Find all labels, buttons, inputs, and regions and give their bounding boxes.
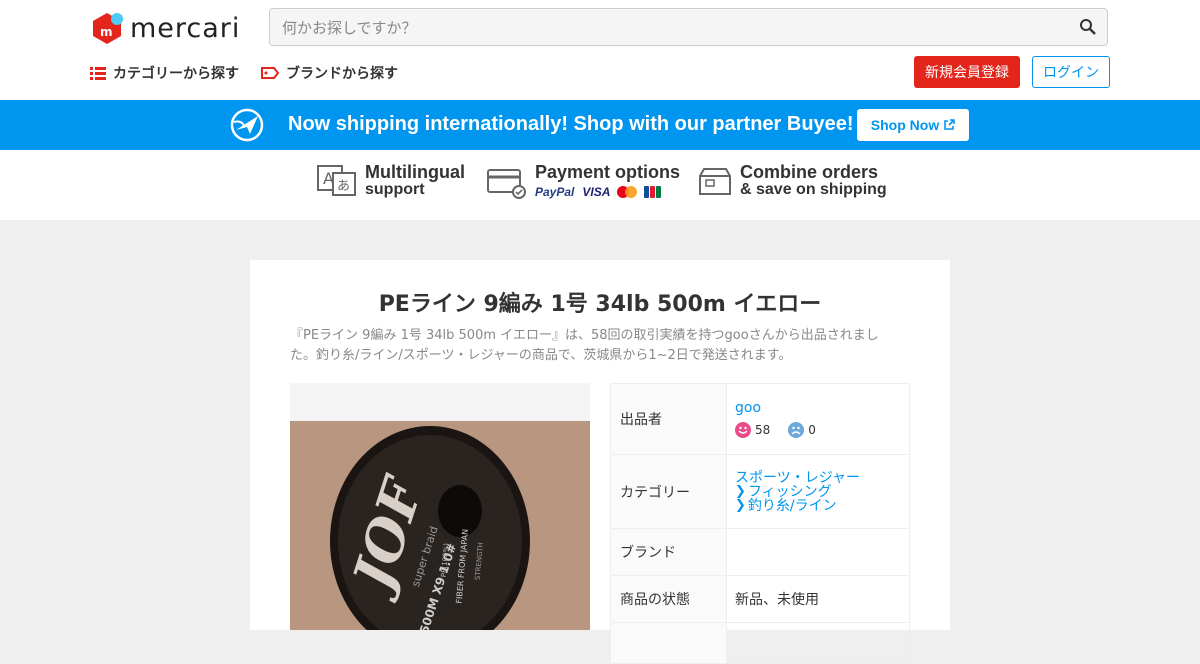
detail-row-condition: 商品の状態 新品、未使用 — [610, 576, 910, 623]
bad-count: 0 — [808, 423, 816, 437]
nav-category[interactable]: カテゴリーから探す — [90, 63, 239, 83]
login-button[interactable]: ログイン — [1032, 56, 1110, 88]
item-photo[interactable]: JOF super braid 500M X9 1.0# PE(100%) FI… — [290, 383, 590, 630]
seller-label: 出品者 — [611, 384, 727, 454]
feature-payment-line1: Payment options — [535, 162, 681, 182]
item-photo-image: JOF super braid 500M X9 1.0# PE(100%) FI… — [290, 421, 590, 630]
credit-card-icon — [487, 169, 526, 199]
payment-logos: PayPal VISA — [535, 183, 680, 201]
feature-payment-text: Payment options PayPal VISA — [535, 163, 680, 201]
mercari-logo-icon: m — [93, 13, 123, 44]
shop-now-label: Shop Now — [870, 117, 940, 133]
svg-text:あ: あ — [337, 179, 350, 194]
search-input[interactable] — [280, 16, 1064, 40]
category-link-2[interactable]: ❯ フィッシング — [735, 483, 909, 500]
feature-multilingual-text: Multilingual support — [365, 163, 465, 199]
brand-value — [727, 529, 909, 575]
next-row-label — [611, 623, 727, 663]
brand-label: ブランド — [611, 529, 727, 575]
item-details-table: 出品者 goo 58 0 カテゴリー スポーツ・レジャー ❯ フィッシング ❯ 釣り… — [610, 383, 910, 664]
nav-brand-label: ブランドから探す — [286, 66, 398, 82]
search-bar — [269, 8, 1108, 46]
visa-logo: VISA — [582, 185, 611, 199]
logo-text: mercari — [130, 12, 241, 44]
nav-category-label: カテゴリーから探す — [113, 66, 239, 82]
feature-combine: Combine orders & save on shipping — [698, 163, 887, 199]
tag-icon — [261, 67, 279, 79]
spool-illustration: JOF super braid 500M X9 1.0# PE(100%) FI… — [330, 426, 530, 630]
jcb-logo — [644, 186, 662, 198]
paypal-logo: PayPal — [535, 185, 575, 199]
category-link-2-label: フィッシング — [747, 483, 832, 500]
seller-value: goo 58 0 — [727, 384, 909, 454]
site-header: m mercari カテゴリーから探す ブランドから探す 新規会員登録 ログイン — [0, 0, 1200, 100]
feature-multilingual: A あ Multilingual support — [317, 163, 465, 199]
mercari-logo[interactable]: m mercari — [90, 11, 240, 45]
seller-ratings: 58 0 — [735, 422, 909, 438]
banner-text: Now shipping internationally! Shop with … — [288, 113, 854, 135]
category-link-3-label: 釣り糸/ライン — [747, 497, 837, 514]
detail-row-brand: ブランド — [610, 529, 910, 576]
good-count: 58 — [755, 423, 771, 437]
nav-brand[interactable]: ブランドから探す — [261, 63, 398, 83]
feature-combine-line2: & save on shipping — [740, 181, 887, 198]
feature-combine-text: Combine orders & save on shipping — [740, 163, 887, 199]
chevron-right-icon: ❯ — [735, 497, 746, 513]
category-link-1[interactable]: スポーツ・レジャー — [735, 471, 909, 485]
mastercard-logo — [617, 186, 638, 198]
shop-now-button[interactable]: Shop Now — [857, 109, 969, 141]
category-label: カテゴリー — [611, 455, 727, 528]
detail-row-seller: 出品者 goo 58 0 — [610, 384, 910, 455]
feature-combine-line1: Combine orders — [740, 162, 879, 182]
condition-value: 新品、未使用 — [735, 592, 819, 608]
feature-strip: A あ Multilingual support Payment options… — [0, 150, 1200, 220]
box-icon — [699, 168, 731, 195]
feature-multilingual-line2: support — [365, 181, 425, 198]
smile-icon — [735, 422, 751, 438]
signup-button[interactable]: 新規会員登録 — [914, 56, 1020, 88]
category-link-3[interactable]: ❯ 釣り糸/ライン — [735, 497, 909, 514]
list-icon — [90, 66, 106, 80]
next-row-value — [727, 623, 909, 663]
seller-name-link[interactable]: goo — [735, 400, 909, 416]
item-card: PEライン 9編み 1号 34lb 500m イエロー 『PEライン 9編み 1… — [250, 260, 950, 664]
detail-row-category: カテゴリー スポーツ・レジャー ❯ フィッシング ❯ 釣り糸/ライン — [610, 455, 910, 529]
sad-icon — [788, 422, 805, 438]
svg-text:m: m — [100, 25, 113, 39]
globe-plane-icon — [230, 108, 264, 142]
detail-row-next — [610, 623, 910, 664]
search-icon[interactable] — [1079, 18, 1097, 40]
feature-multilingual-line1: Multilingual — [365, 162, 465, 182]
feature-payment: Payment options PayPal VISA — [487, 163, 680, 201]
translate-icon: A あ — [317, 165, 356, 196]
condition-label: 商品の状態 — [611, 576, 727, 622]
category-value: スポーツ・レジャー ❯ フィッシング ❯ 釣り糸/ライン — [727, 455, 909, 528]
item-title: PEライン 9編み 1号 34lb 500m イエロー — [378, 292, 822, 317]
item-description: 『PEライン 9編み 1号 34lb 500m イエロー』は、58回の取引実績を… — [290, 328, 879, 363]
external-link-icon — [944, 119, 956, 130]
chevron-right-icon: ❯ — [735, 483, 746, 499]
international-shipping-banner: Now shipping internationally! Shop with … — [0, 100, 1200, 150]
